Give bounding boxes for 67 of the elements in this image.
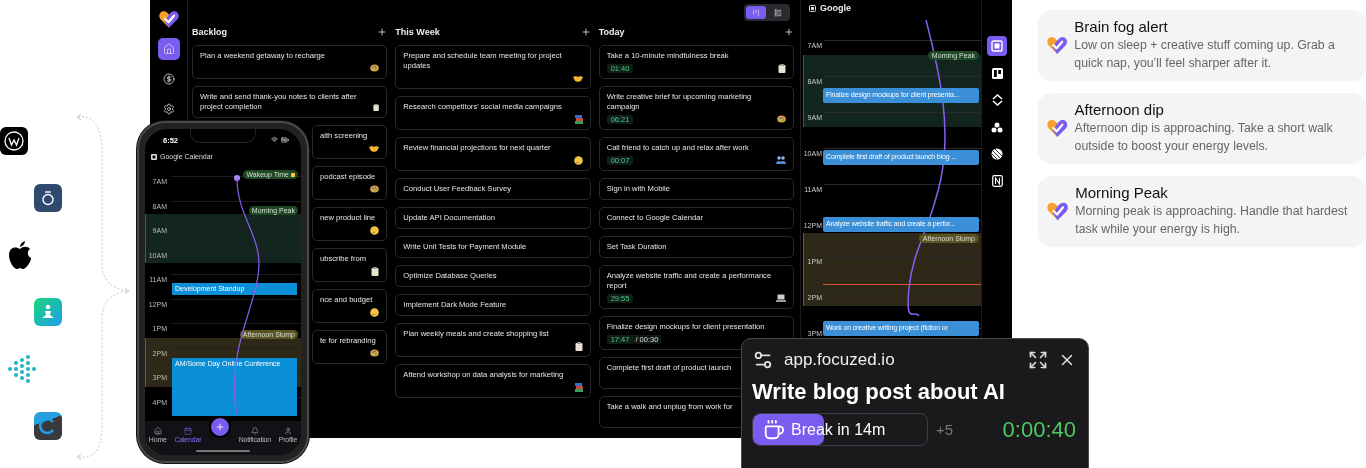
handshake-icon	[369, 144, 380, 152]
add-button[interactable]	[209, 416, 231, 438]
sidebar-home-button[interactable]	[157, 38, 180, 60]
connect-app-icon	[34, 412, 62, 440]
notification-text: Low on sleep + creative stuff coming up. Grab a quick nap, you’ll feel sharper after it.	[1074, 37, 1336, 72]
app-logo-icon	[157, 8, 180, 30]
three-dots-icon	[991, 121, 1003, 133]
columns-icon	[752, 8, 760, 17]
clipboard-icon	[371, 266, 380, 276]
notification-title: Brain fog alert	[1074, 18, 1169, 35]
books-icon	[574, 114, 583, 124]
home-icon	[162, 43, 175, 55]
handshake-icon	[572, 74, 583, 82]
clipboard-icon	[778, 63, 786, 73]
ring-app-icon	[34, 184, 62, 212]
notification-title: Afternoon dip	[1074, 101, 1165, 118]
chevrons-icon	[991, 94, 1003, 106]
striped-ball-icon	[991, 148, 1003, 160]
add-icon[interactable]	[784, 27, 794, 37]
dots-logo-icon	[7, 355, 37, 383]
calendar-icon	[151, 153, 157, 160]
notebook-icon	[991, 175, 1003, 187]
notification-text: Morning peak is approaching. Handle that hardest task while your energy is high.	[1075, 203, 1349, 238]
sun-icon	[291, 172, 295, 177]
list-icon	[774, 8, 782, 17]
notification-text: Afternoon dip is approaching. Take a short walk outside to boost your energy levels.	[1074, 120, 1334, 155]
add-icon[interactable]	[580, 27, 591, 37]
calendar-icon	[991, 40, 1003, 52]
people-icon	[776, 156, 786, 164]
clipboard-icon	[373, 103, 380, 112]
palette-icon	[370, 185, 380, 193]
coffee-icon	[763, 418, 785, 441]
user-icon	[283, 427, 292, 435]
notification-title: Morning Peak	[1075, 184, 1169, 201]
calendar-title: Google	[820, 3, 851, 13]
board-icon	[991, 67, 1003, 79]
palette-icon	[777, 115, 786, 123]
books-icon	[574, 382, 583, 392]
add-icon[interactable]	[377, 27, 388, 37]
calendar-icon	[809, 4, 816, 12]
home-indicator	[196, 450, 250, 452]
meditation-app-icon	[34, 298, 62, 326]
board-view-button[interactable]	[746, 6, 766, 19]
apple-icon	[7, 240, 33, 270]
palette-icon	[370, 64, 380, 72]
plus-icon	[215, 422, 225, 432]
battery-icon	[281, 136, 289, 144]
settings-icon[interactable]	[752, 349, 774, 371]
wifi-icon	[271, 136, 278, 143]
calendar-icon	[183, 427, 192, 435]
thinking-face-icon	[370, 307, 380, 317]
thinking-face-icon	[573, 155, 583, 165]
dollar-icon	[162, 73, 175, 85]
expand-icon[interactable]	[1028, 350, 1048, 370]
focus-timer: 0:00:40	[1002, 416, 1076, 443]
calendar-button[interactable]	[987, 36, 1007, 56]
home-icon	[153, 427, 162, 435]
more-count: +5	[936, 421, 955, 438]
palette-icon	[370, 349, 380, 357]
settings-icon	[162, 103, 175, 115]
clipboard-icon	[574, 341, 583, 351]
thinking-face-icon	[370, 225, 380, 235]
column-title: Backlog	[192, 27, 227, 37]
column-title: This Week	[395, 27, 440, 37]
laptop-icon	[776, 294, 786, 302]
bell-icon	[250, 427, 259, 435]
column-title: Today	[598, 27, 625, 37]
